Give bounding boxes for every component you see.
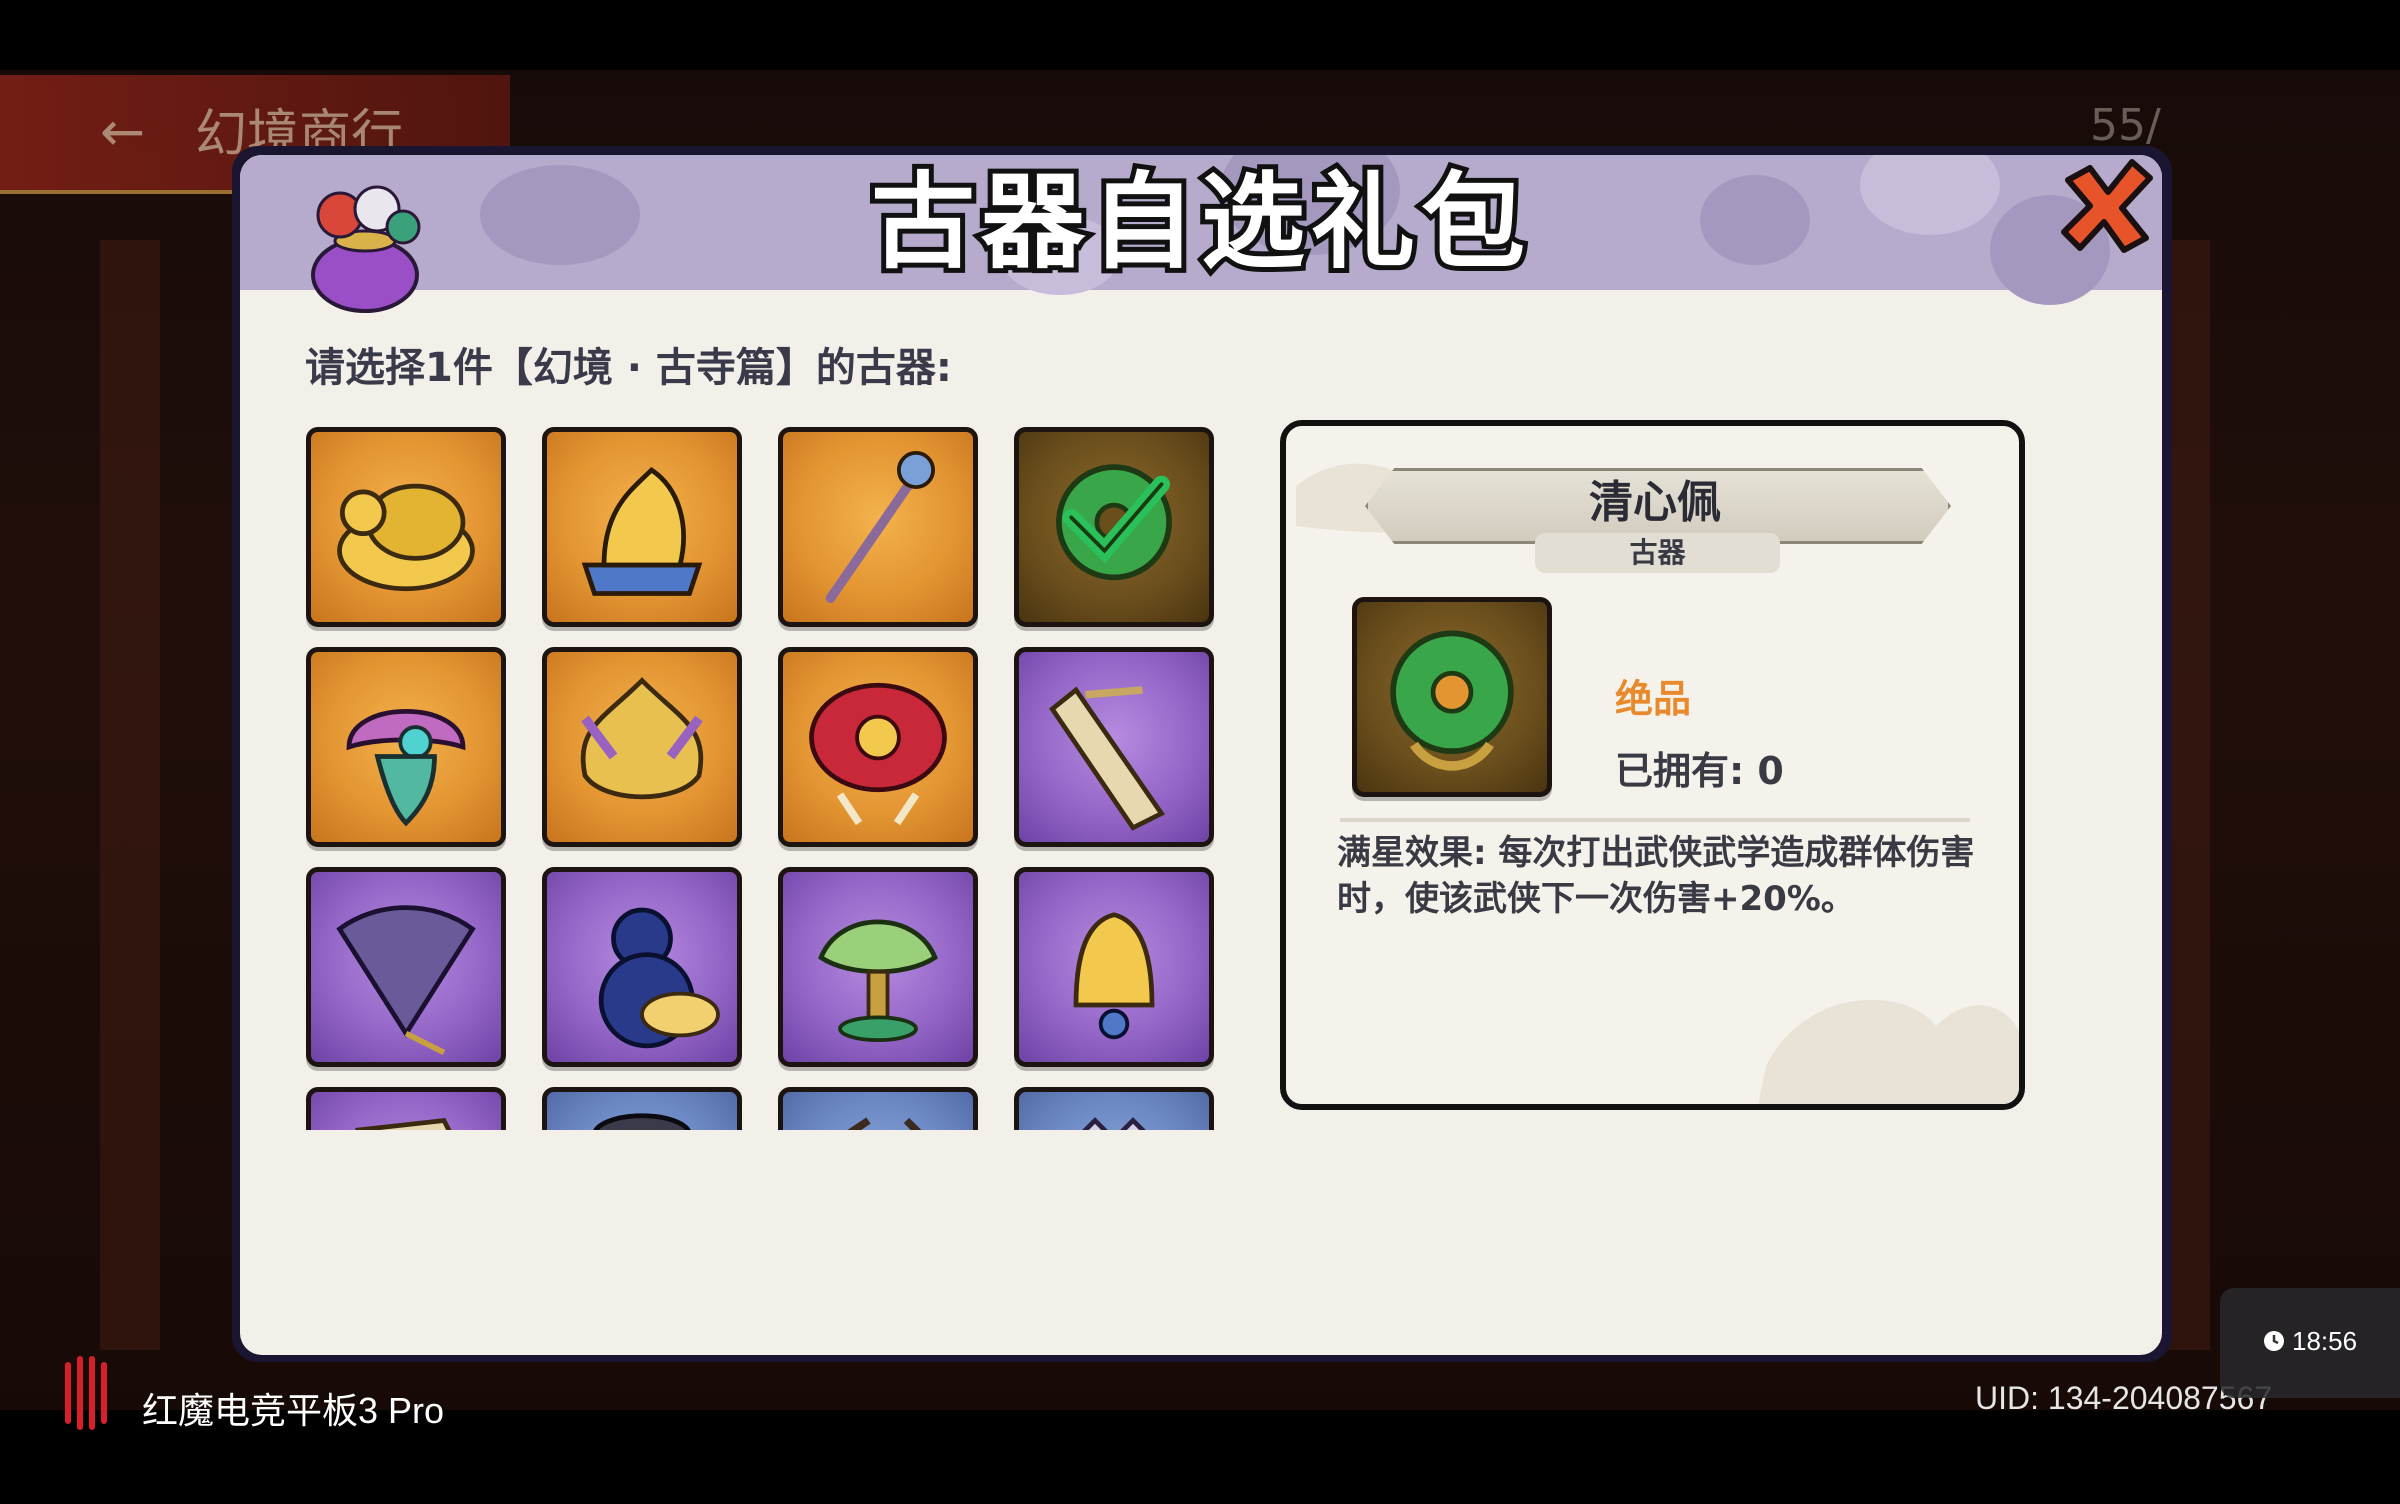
grid-item-crown[interactable] <box>1014 1087 1214 1130</box>
grid-item-golden-bell[interactable] <box>1014 867 1214 1067</box>
scroll-icon <box>354 1117 452 1130</box>
golden-bell-icon <box>1073 912 1155 1040</box>
red-parasol-icon <box>809 682 947 826</box>
crown-icon <box>1082 1117 1146 1130</box>
gift-bag-icon <box>311 185 421 313</box>
pillar-left <box>100 240 160 1350</box>
item-grid[interactable] <box>300 420 1220 1130</box>
clock-icon <box>2264 1331 2284 1351</box>
item-type: 古器 <box>1629 536 1686 569</box>
phoenix-crest-icon <box>580 677 704 800</box>
close-icon[interactable] <box>2050 150 2160 260</box>
energy-counter: 55/ <box>2090 100 2161 151</box>
grid-item-golden-turtle[interactable] <box>306 427 506 627</box>
golden-dragon-seal-icon <box>581 466 703 596</box>
jade-pendant-icon <box>1056 464 1172 581</box>
gourd-icon <box>598 907 720 1049</box>
item-effect-description: 满星效果: 每次打出武侠武学造成群体伤害时，使该武侠下一次伤害+20%。 <box>1337 833 1975 919</box>
clock-time: 18:56 <box>2292 1326 2358 1356</box>
grid-item-gourd[interactable] <box>542 867 742 1067</box>
grid-item-ink-stone[interactable] <box>542 1087 742 1130</box>
grid-item-jade-pendant[interactable] <box>1014 427 1214 627</box>
redmagic-logo-icon <box>65 1356 107 1430</box>
grid-item-lotus-lamp[interactable] <box>778 867 978 1067</box>
modal-title: 古器自选礼包 <box>866 156 1531 288</box>
selection-prompt: 请选择1件【幻境 · 古寺篇】的古器: <box>305 345 952 391</box>
grid-item-dragon-seal[interactable] <box>542 427 742 627</box>
owned-count: 已拥有: 0 <box>1615 749 1784 793</box>
ink-stone-icon <box>593 1113 691 1130</box>
detail-divider <box>1340 818 1970 822</box>
back-arrow-icon: ← <box>100 100 146 163</box>
guqin-icon <box>1049 686 1166 831</box>
grid-item-phoenix-crest[interactable] <box>542 647 742 847</box>
golden-turtle-icon <box>337 483 475 592</box>
grid-item-folding-fan[interactable] <box>306 867 506 1067</box>
jade-pendant-icon <box>1390 630 1514 771</box>
grid-item-dragon-staff[interactable] <box>778 427 978 627</box>
dragon-staff-icon <box>825 451 935 603</box>
grid-item-red-parasol[interactable] <box>778 647 978 847</box>
grid-item-brush[interactable] <box>778 1087 978 1130</box>
lotus-lamp-icon <box>818 919 938 1043</box>
detail-item-icon-frame <box>1352 597 1552 797</box>
grid-item-guqin[interactable] <box>1014 647 1214 847</box>
item-rarity: 绝品 <box>1615 677 1692 721</box>
grid-item-pearl-shell[interactable] <box>306 647 506 847</box>
pearl-shell-icon <box>346 709 466 827</box>
folding-fan-icon <box>336 905 476 1056</box>
brush-icon <box>847 1117 922 1130</box>
device-name: 红魔电竞平板3 Pro <box>142 1390 445 1431</box>
grid-item-scroll[interactable] <box>306 1087 506 1130</box>
item-name: 清心佩 <box>1589 477 1721 528</box>
